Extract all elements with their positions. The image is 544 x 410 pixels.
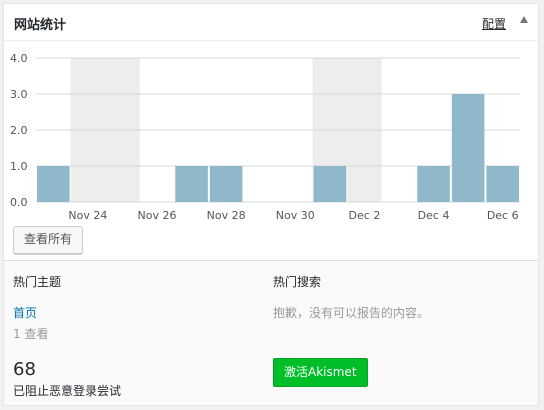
- blocked-count: 68: [13, 359, 36, 380]
- x-tick-label: Dec 4: [418, 209, 450, 222]
- bar-nov-23: [37, 166, 70, 202]
- bar-dec-4: [417, 166, 450, 202]
- y-tick-label: 3.0: [10, 88, 28, 101]
- collapse-toggle-icon[interactable]: [520, 16, 528, 23]
- top-post-link[interactable]: 首页: [13, 304, 61, 321]
- x-tick-label: Nov 28: [207, 209, 246, 222]
- configure-link[interactable]: 配置: [482, 15, 506, 32]
- y-tick-label: 1.0: [10, 160, 28, 173]
- widget-title: 网站统计: [14, 18, 67, 33]
- bar-dec-1: [313, 166, 347, 202]
- y-tick-label: 0.0: [10, 196, 28, 209]
- bar-dec-6: [486, 166, 519, 202]
- x-tick-label: Dec 6: [487, 209, 519, 222]
- site-stats-widget: 网站统计 配置 0.0 1.0 2.0 3.0 4.0 Nov 24 Nov 26 Nov 2…: [3, 3, 539, 406]
- top-searches: 热门搜索 抱歉，没有可以报告的内容。: [273, 273, 429, 321]
- widget-header: 网站统计 配置: [4, 4, 538, 41]
- top-section: 热门主题 首页 1 查看 热门搜索 抱歉，没有可以报告的内容。: [4, 260, 538, 350]
- bar-nov-27: [175, 166, 208, 202]
- blocked-label: 已阻止恶意登录尝试: [13, 384, 122, 398]
- y-tick-label: 2.0: [10, 124, 28, 137]
- x-tick-label: Nov 26: [138, 209, 177, 222]
- bar-dec-5: [451, 94, 485, 202]
- bar-nov-28: [209, 166, 243, 202]
- view-all-button[interactable]: 查看所有: [13, 226, 84, 254]
- y-tick-label: 4.0: [10, 52, 28, 65]
- top-posts: 热门主题 首页 1 查看: [13, 273, 61, 342]
- activate-akismet-button[interactable]: 激活Akismet: [273, 358, 368, 387]
- top-searches-empty: 抱歉，没有可以报告的内容。: [273, 306, 430, 320]
- x-tick-label: Nov 30: [276, 209, 315, 222]
- bottom-section: 68 已阻止恶意登录尝试 激活Akismet: [4, 349, 538, 405]
- top-posts-heading: 热门主题: [13, 275, 62, 289]
- views-bar-chart: 0.0 1.0 2.0 3.0 4.0 Nov 24 Nov 26 Nov 28 Nov 30 D…: [10, 52, 520, 222]
- x-tick-label: Dec 2: [349, 209, 381, 222]
- x-tick-label: Nov 24: [68, 209, 107, 222]
- top-searches-heading: 热门搜索: [273, 275, 322, 289]
- top-post-views: 1 查看: [13, 327, 49, 341]
